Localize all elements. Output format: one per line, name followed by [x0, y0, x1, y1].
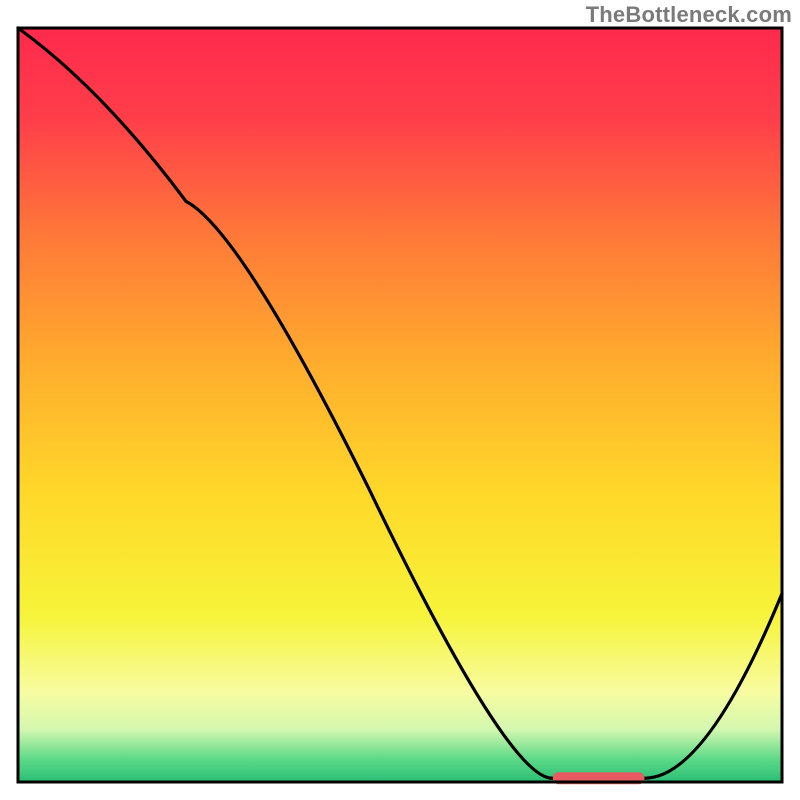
bottleneck-chart-svg — [0, 0, 800, 800]
plot-background — [18, 28, 782, 782]
chart-container: TheBottleneck.com — [0, 0, 800, 800]
watermark-text: TheBottleneck.com — [586, 2, 792, 28]
